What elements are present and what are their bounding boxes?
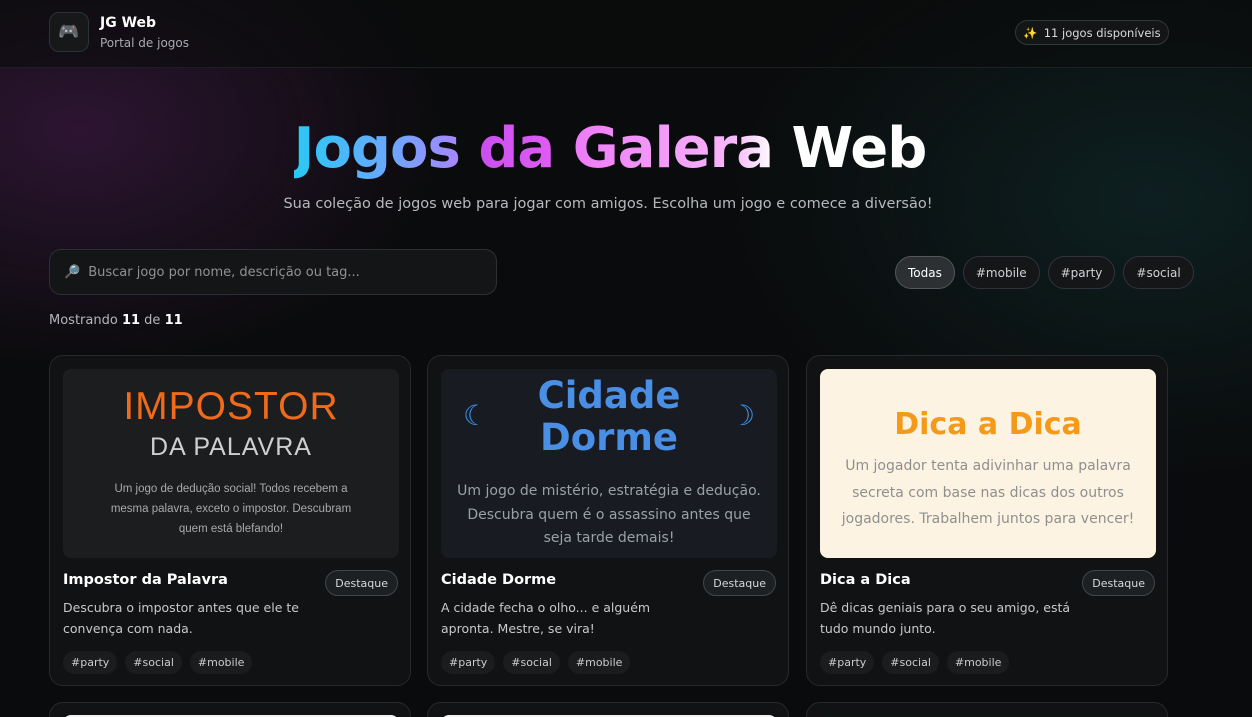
thumb-title: Cidade Dorme bbox=[441, 375, 777, 459]
card-description: Descubra o impostor antes que ele te con… bbox=[63, 600, 299, 636]
tag-mobile[interactable]: #mobile bbox=[946, 651, 1010, 674]
results-shown: 11 bbox=[121, 313, 141, 328]
filter-chip-party[interactable]: #party bbox=[1047, 256, 1116, 289]
tag-social[interactable]: #social bbox=[882, 651, 939, 674]
search-box[interactable]: 🔎 bbox=[49, 249, 497, 295]
results-count: Mostrando 11 de 11 bbox=[49, 313, 183, 328]
page-title: Jogos da Galera Web bbox=[0, 116, 1220, 181]
card-thumbnail[interactable]: IMPOSTOR DA PALAVRA Um jogo de dedução s… bbox=[63, 369, 399, 558]
search-input[interactable] bbox=[88, 264, 469, 280]
game-card-impostor[interactable]: IMPOSTOR DA PALAVRA Um jogo de dedução s… bbox=[49, 355, 411, 686]
featured-badge: Destaque bbox=[325, 570, 398, 596]
featured-badge: Destaque bbox=[1082, 570, 1155, 596]
tag-social[interactable]: #social bbox=[125, 651, 182, 674]
thumb-title-line1: Cidade bbox=[537, 374, 681, 417]
card-thumbnail[interactable]: Dica a Dica Um jogador tenta adivinhar u… bbox=[820, 369, 1156, 558]
title-word-da: da bbox=[478, 116, 555, 181]
card-description: Dê dicas geniais para o seu amigo, está … bbox=[820, 600, 1071, 636]
card-title[interactable]: Dica a Dica bbox=[820, 572, 911, 588]
thumb-description: Um jogo de dedução social! Todos recebem… bbox=[110, 483, 352, 535]
card-description: A cidade fecha o olho... e alguém apront… bbox=[441, 600, 651, 636]
tag-social[interactable]: #social bbox=[503, 651, 560, 674]
game-card-partial[interactable] bbox=[427, 702, 789, 717]
card-tags: #party #social #mobile bbox=[441, 651, 631, 674]
card-title[interactable]: Impostor da Palavra bbox=[63, 572, 228, 588]
tag-party[interactable]: #party bbox=[820, 651, 875, 674]
game-card-partial[interactable] bbox=[806, 702, 1168, 717]
card-thumbnail[interactable]: ☾ ☾ Cidade Dorme Um jogo de mistério, est… bbox=[441, 369, 777, 558]
thumb-title-line2: Dorme bbox=[539, 416, 679, 459]
title-word-galera: Galera bbox=[572, 116, 774, 181]
title-word-jogos: Jogos bbox=[293, 116, 461, 181]
sparkles-icon: ✨ bbox=[1023, 25, 1038, 40]
featured-badge: Destaque bbox=[703, 570, 776, 596]
games-count-badge: ✨ 11 jogos disponíveis bbox=[1015, 20, 1169, 45]
tag-mobile[interactable]: #mobile bbox=[567, 651, 631, 674]
brand-subtitle: Portal de jogos bbox=[100, 36, 189, 50]
magnifier-icon: 🔎 bbox=[64, 264, 81, 280]
gamepad-icon[interactable]: 🎮 bbox=[49, 12, 89, 52]
results-prefix: Mostrando bbox=[49, 313, 118, 328]
game-card-cidade-dorme[interactable]: ☾ ☾ Cidade Dorme Um jogo de mistério, est… bbox=[427, 355, 789, 686]
thumb-description: Um jogador tenta adivinhar uma palavra s… bbox=[841, 458, 1135, 527]
filter-chip-social[interactable]: #social bbox=[1123, 256, 1194, 289]
tag-party[interactable]: #party bbox=[63, 651, 118, 674]
top-bar: 🎮 JG Web Portal de jogos ✨ 11 jogos disp… bbox=[0, 0, 1252, 68]
game-card-partial[interactable] bbox=[49, 702, 411, 717]
card-tags: #party #social #mobile bbox=[63, 651, 253, 674]
brand-title[interactable]: JG Web bbox=[100, 15, 156, 31]
thumb-title: IMPOSTOR bbox=[123, 385, 339, 428]
results-sep: de bbox=[144, 313, 161, 328]
tag-filters: Todas #mobile #party #social bbox=[895, 256, 1194, 289]
title-word-web: Web bbox=[791, 116, 928, 181]
results-total: 11 bbox=[164, 313, 183, 328]
card-tags: #party #social #mobile bbox=[820, 651, 1010, 674]
game-card-dica-a-dica[interactable]: Dica a Dica Um jogador tenta adivinhar u… bbox=[806, 355, 1168, 686]
filter-chip-mobile[interactable]: #mobile bbox=[962, 256, 1040, 289]
thumb-description: Um jogo de mistério, estratégia e deduçã… bbox=[457, 483, 761, 546]
filter-chip-todas[interactable]: Todas bbox=[895, 256, 955, 289]
thumb-title: Dica a Dica bbox=[894, 407, 1082, 442]
tag-mobile[interactable]: #mobile bbox=[189, 651, 253, 674]
card-title[interactable]: Cidade Dorme bbox=[441, 572, 556, 588]
page-subtitle: Sua coleção de jogos web para jogar com … bbox=[283, 196, 933, 212]
games-count-label: 11 jogos disponíveis bbox=[1043, 25, 1161, 40]
tag-party[interactable]: #party bbox=[441, 651, 496, 674]
thumb-subtitle: DA PALAVRA bbox=[150, 433, 312, 461]
